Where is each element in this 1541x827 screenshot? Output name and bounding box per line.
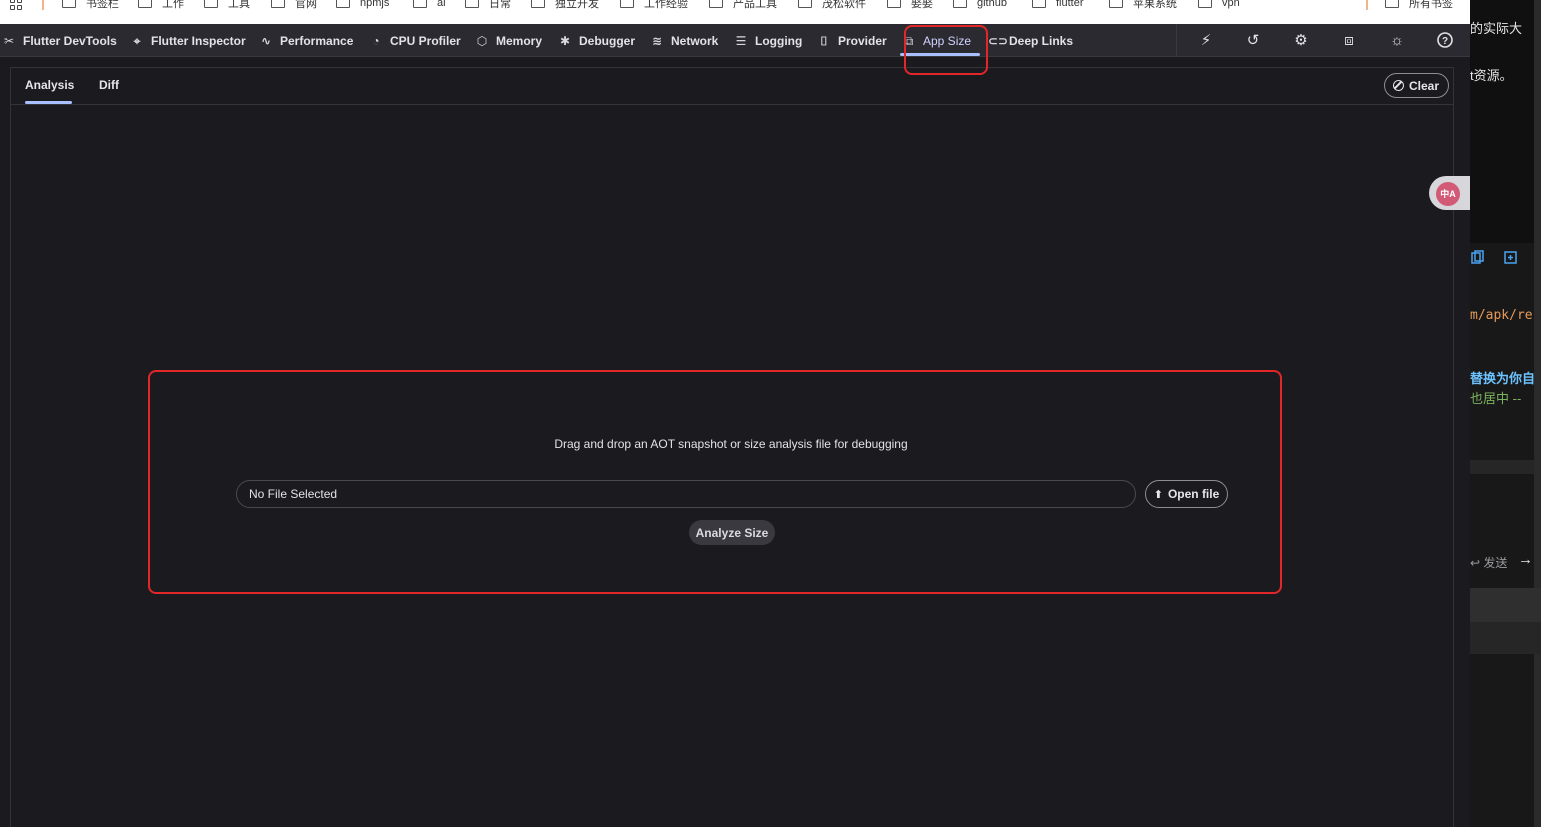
extensions-icon[interactable]: ⧈	[1339, 31, 1359, 51]
tab-cpu-profiler[interactable]: ◔ CPU Profiler	[369, 24, 460, 57]
translate-icon: 中A	[1436, 182, 1460, 206]
flutter-devtools-icon: ✂	[3, 33, 15, 48]
side-editor-panel: 的实际大 t资源。 m/apk/re 替换为你自 也居中 -- ↩ 发送 →	[1470, 0, 1541, 827]
tab-provider[interactable]: ⌷ Provider	[817, 24, 886, 57]
tab-deep-links[interactable]: ⊂⊃ Deep Links	[988, 24, 1073, 57]
network-icon: ≋	[651, 33, 663, 48]
logging-icon: ☰	[735, 33, 747, 48]
folder-icon	[336, 0, 350, 8]
bookmark-separator	[1366, 0, 1368, 10]
side-text: t资源。	[1470, 68, 1513, 83]
folder-icon	[204, 0, 218, 8]
folder-icon	[709, 0, 723, 8]
side-code: m/apk/re	[1470, 308, 1533, 323]
folder-icon	[953, 0, 967, 8]
bookmark-item[interactable]: npmjs	[336, 0, 389, 11]
tab-flutter-devtools[interactable]: ✂ Flutter DevTools	[2, 24, 117, 57]
all-bookmarks[interactable]: 所有书签	[1385, 0, 1453, 11]
bookmark-item[interactable]: 日常	[465, 0, 511, 11]
toolbar-divider	[1176, 24, 1177, 57]
apps-grid-icon[interactable]	[10, 0, 26, 10]
tab-diff[interactable]: Diff	[99, 78, 119, 92]
side-text: 替换为你自	[1470, 371, 1536, 386]
bookmark-item[interactable]: 官网	[271, 0, 317, 11]
selected-subtab-indicator	[25, 101, 72, 104]
bookmark-separator	[42, 0, 44, 10]
tab-analysis[interactable]: Analysis	[25, 78, 74, 92]
folder-icon	[1032, 0, 1046, 8]
memory-icon: ⬡	[476, 33, 488, 48]
bookmark-item[interactable]: flutter	[1032, 0, 1084, 11]
annotation-box-app-size	[904, 25, 988, 75]
send-label[interactable]: ↩ 发送	[1470, 554, 1507, 571]
bookmark-item[interactable]: 工作经验	[620, 0, 688, 11]
inspector-icon: ⌖	[133, 33, 141, 48]
bookmark-item[interactable]: 苹果系统	[1109, 0, 1177, 11]
tab-debugger[interactable]: ✱ Debugger	[558, 24, 635, 57]
cpu-profiler-icon: ◔	[372, 33, 380, 48]
bookmark-item[interactable]: 产品工具	[709, 0, 777, 11]
folder-icon	[1109, 0, 1123, 8]
folder-icon	[1385, 0, 1399, 8]
tab-logging[interactable]: ☰ Logging	[734, 24, 803, 57]
send-arrow-icon[interactable]: →	[1518, 551, 1533, 568]
tab-flutter-inspector[interactable]: ⌖ Flutter Inspector	[130, 24, 246, 57]
folder-icon	[62, 0, 76, 8]
folder-icon	[798, 0, 812, 8]
block-icon	[1392, 80, 1404, 91]
bookmark-item[interactable]: 工具	[204, 0, 250, 11]
tab-memory[interactable]: ⬡ Memory	[475, 24, 542, 57]
tab-network[interactable]: ≋ Network	[650, 24, 718, 57]
folder-icon	[271, 0, 285, 8]
devtools-toolbar: ✂ Flutter DevTools ⌖ Flutter Inspector ∿ Pe…	[0, 24, 1470, 57]
bookmark-item[interactable]: 独立开发	[531, 0, 599, 11]
scrollbar[interactable]	[1534, 0, 1541, 827]
side-text: 也居中 --	[1470, 391, 1522, 406]
deep-links-icon: ⊂⊃	[988, 33, 1009, 48]
debugger-icon: ✱	[559, 33, 571, 48]
folder-icon	[620, 0, 634, 8]
copy-icon[interactable]	[1470, 250, 1530, 266]
debug-icon[interactable]: ☼	[1387, 31, 1407, 51]
bookmark-item[interactable]: 工作	[138, 0, 184, 11]
hot-reload-icon[interactable]: ⚡	[1196, 31, 1216, 51]
folder-icon	[413, 0, 427, 8]
bookmark-item[interactable]: ai	[413, 0, 446, 11]
hot-restart-icon[interactable]: ↺	[1243, 31, 1263, 51]
bookmark-item[interactable]: 书签栏	[62, 0, 119, 11]
provider-icon: ⌷	[820, 33, 828, 48]
folder-icon	[531, 0, 545, 8]
tab-performance[interactable]: ∿ Performance	[259, 24, 353, 57]
bookmark-item[interactable]: vpn	[1198, 0, 1240, 11]
performance-icon: ∿	[260, 33, 272, 48]
svg-text:?: ?	[1442, 36, 1448, 47]
settings-icon[interactable]: ⚙	[1291, 31, 1311, 51]
bookmark-item[interactable]: 娶娶	[887, 0, 933, 11]
help-icon[interactable]: ?	[1435, 31, 1455, 51]
bookmark-item[interactable]: 茂松软件	[798, 0, 866, 11]
subtab-bar: Analysis Diff Clear	[11, 68, 1453, 105]
annotation-box-drop-zone	[148, 370, 1282, 594]
bookmark-item[interactable]: github	[953, 0, 1007, 11]
folder-icon	[1198, 0, 1212, 8]
bookmarks-bar: 书签栏 工作 工具 官网 npmjs ai 日常 独立开发 工作经验 产品工具 …	[0, 0, 1470, 24]
folder-icon	[887, 0, 901, 8]
folder-icon	[465, 0, 479, 8]
clear-button[interactable]: Clear	[1383, 73, 1449, 98]
translate-button[interactable]: 中A	[1429, 176, 1470, 210]
side-text: 的实际大	[1470, 21, 1523, 36]
folder-icon	[138, 0, 152, 8]
